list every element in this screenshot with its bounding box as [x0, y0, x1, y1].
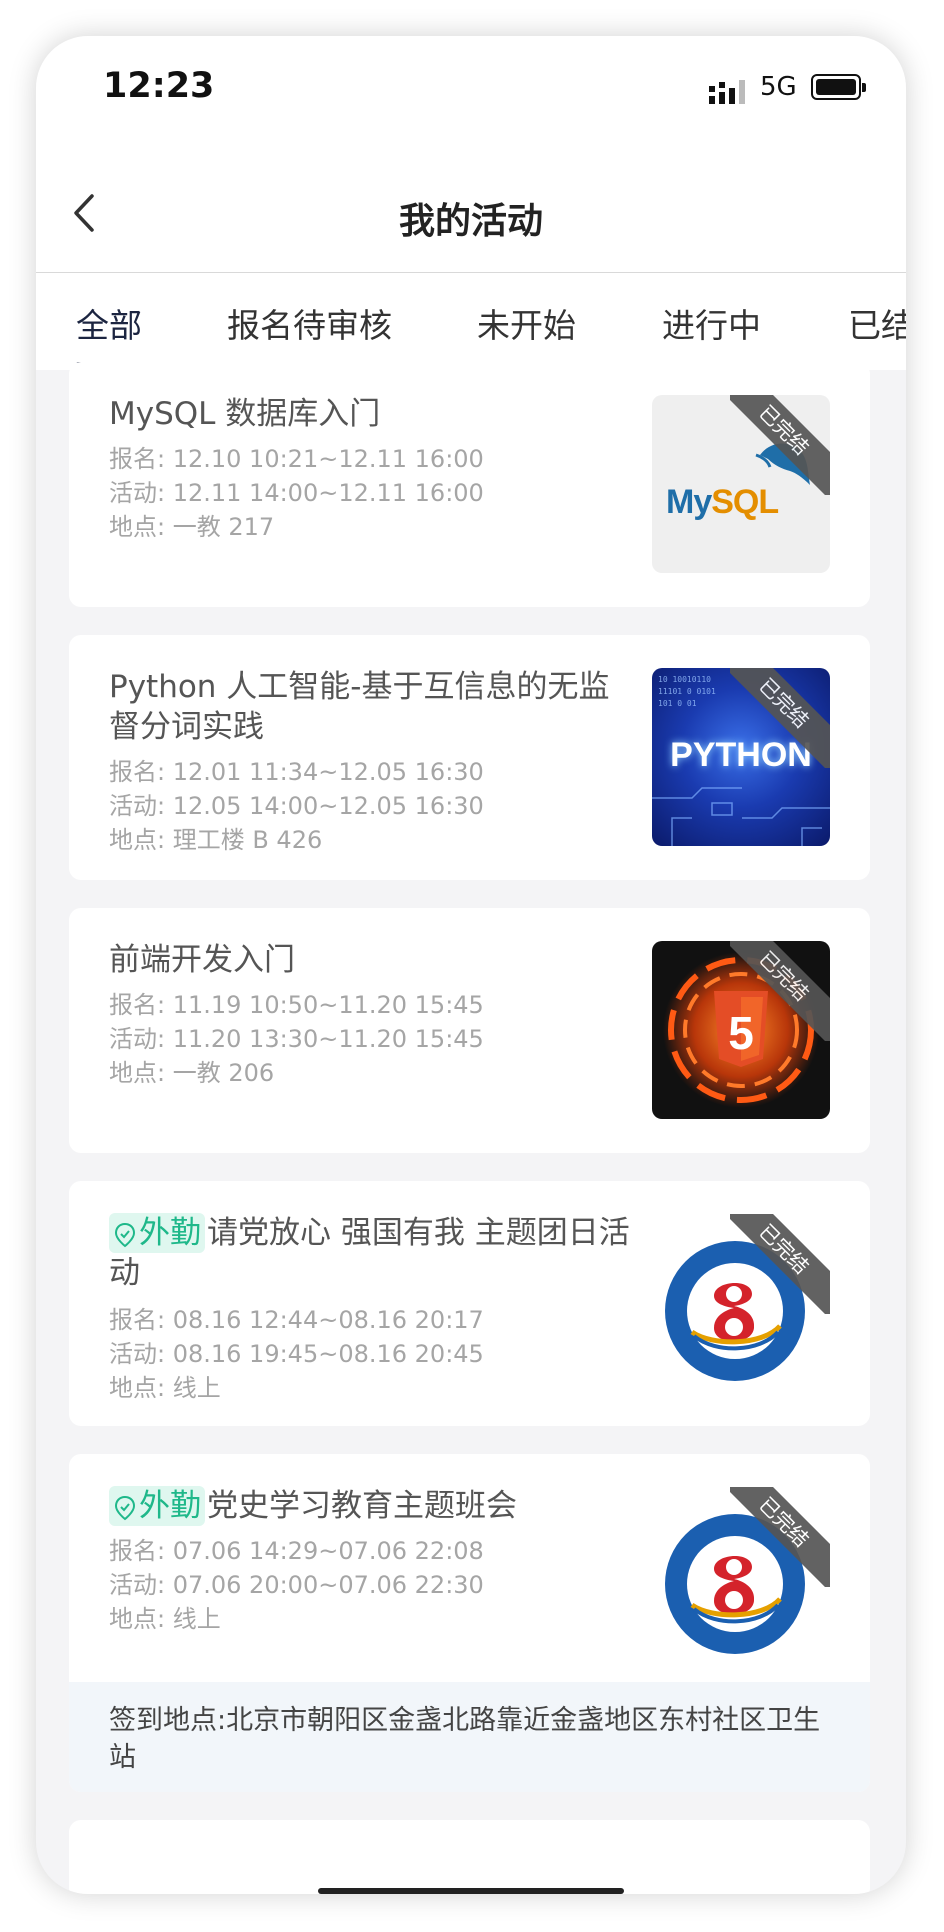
status-ribbon-label: 已完结 [730, 941, 830, 1041]
svg-text:10 10010110: 10 10010110 [658, 675, 711, 684]
signup-time: 报名: 12.01 11:34~12.05 16:30 [109, 758, 484, 786]
activity-card[interactable]: 外勤 请党放心 强国有我 主题团日活动 报名: 08.16 12:44~08.16… [69, 1181, 870, 1426]
page-title: 我的活动 [398, 201, 543, 242]
location-check-icon [114, 1222, 136, 1248]
event-time: 活动: 08.16 19:45~08.16 20:45 [109, 1340, 484, 1368]
event-location: 地点: 一教 217 [109, 513, 275, 541]
status-ribbon: 已完结 [730, 395, 830, 495]
activity-card[interactable]: 外勤 党史学习教育主题班会 报名: 07.06 14:29~07.06 22:08… [69, 1454, 870, 1792]
event-time: 活动: 11.20 13:30~11.20 15:45 [109, 1025, 484, 1053]
signup-time: 报名: 12.10 10:21~12.11 16:00 [109, 445, 484, 473]
navigation-bar: 我的活动 [36, 156, 906, 273]
location-check-icon [114, 1495, 136, 1521]
signup-time: 报名: 11.19 10:50~11.20 15:45 [109, 991, 484, 1019]
tab-pending-review[interactable]: 报名待审核 [227, 299, 392, 347]
tag-label: 外勤 [139, 1488, 201, 1524]
status-ribbon: 已完结 [730, 1214, 830, 1314]
svg-text:101 0 01: 101 0 01 [658, 699, 697, 708]
tab-in-progress[interactable]: 进行中 [662, 299, 761, 347]
activity-title: Python 人工智能-基于互信息的无监督分词实践 [109, 669, 610, 745]
status-tabs: 全部 报名待审核 未开始 进行中 已结 [36, 273, 906, 370]
activity-card[interactable]: MySQL 数据库入门 报名: 12.10 10:21~12.11 16:00 … [69, 362, 870, 607]
event-time: 活动: 12.11 14:00~12.11 16:00 [109, 479, 484, 507]
event-location: 地点: 一教 206 [109, 1059, 275, 1087]
activity-card[interactable] [69, 1820, 870, 1894]
status-ribbon: 已完结 [730, 941, 830, 1041]
activity-title-text: 党史学习教育主题班会 [207, 1488, 517, 1524]
class-badge-image: 已完结 [652, 1214, 830, 1392]
activity-title: 外勤 党史学习教育主题班会 [109, 1486, 639, 1526]
field-work-tag: 外勤 [109, 1486, 205, 1526]
activity-title: 外勤 请党放心 强国有我 主题团日活动 [109, 1213, 639, 1293]
battery-icon [811, 74, 866, 100]
signup-time: 报名: 07.06 14:29~07.06 22:08 [109, 1537, 484, 1565]
event-time: 活动: 12.05 14:00~12.05 16:30 [109, 792, 484, 820]
class-badge-image: 已完结 [652, 1487, 830, 1665]
event-location: 地点: 线上 [109, 1605, 221, 1633]
svg-text:11101 0 0101: 11101 0 0101 [658, 687, 716, 696]
event-location: 地点: 理工楼 B 426 [109, 826, 323, 854]
event-location: 地点: 线上 [109, 1374, 221, 1402]
event-time: 活动: 07.06 20:00~07.06 22:30 [109, 1571, 484, 1599]
tab-finished[interactable]: 已结 [848, 299, 906, 347]
home-indicator [318, 1888, 624, 1894]
html5-logo-image: 5 已完结 [652, 941, 830, 1119]
activity-title: MySQL 数据库入门 [109, 396, 381, 432]
signal-icon [709, 80, 745, 104]
status-ribbon-label: 已完结 [730, 668, 830, 768]
tab-all[interactable]: 全部 [76, 299, 142, 347]
tab-not-started[interactable]: 未开始 [477, 299, 576, 347]
tag-label: 外勤 [139, 1215, 201, 1251]
field-work-tag: 外勤 [109, 1213, 205, 1253]
activity-card[interactable]: 前端开发入门 报名: 11.19 10:50~11.20 15:45 活动: 1… [69, 908, 870, 1153]
status-ribbon-label: 已完结 [730, 1487, 830, 1587]
activity-title: 前端开发入门 [109, 942, 295, 978]
phone-screen: 12:23 5G 我的活动 全部 报名待审核 未开始 进行中 已结 MySQL … [36, 36, 906, 1894]
status-ribbon: 已完结 [730, 1487, 830, 1587]
status-ribbon-label: 已完结 [730, 1214, 830, 1314]
mysql-logo-my: My [666, 483, 712, 521]
status-bar: 12:23 5G [36, 36, 906, 156]
mysql-logo-image: MySQL 已完结 [652, 395, 830, 573]
checkin-location: 签到地点:北京市朝阳区金盏北路靠近金盏地区东村社区卫生站 [69, 1682, 870, 1792]
status-ribbon: 已完结 [730, 668, 830, 768]
activity-card[interactable]: Python 人工智能-基于互信息的无监督分词实践 报名: 12.01 11:3… [69, 635, 870, 880]
python-banner-image: 10 10010110 11101 0 0101 101 0 01 PYTHON… [652, 668, 830, 846]
status-ribbon-label: 已完结 [730, 395, 830, 495]
status-time: 12:23 [103, 66, 215, 106]
network-type: 5G [760, 72, 797, 102]
signup-time: 报名: 08.16 12:44~08.16 20:17 [109, 1306, 484, 1334]
